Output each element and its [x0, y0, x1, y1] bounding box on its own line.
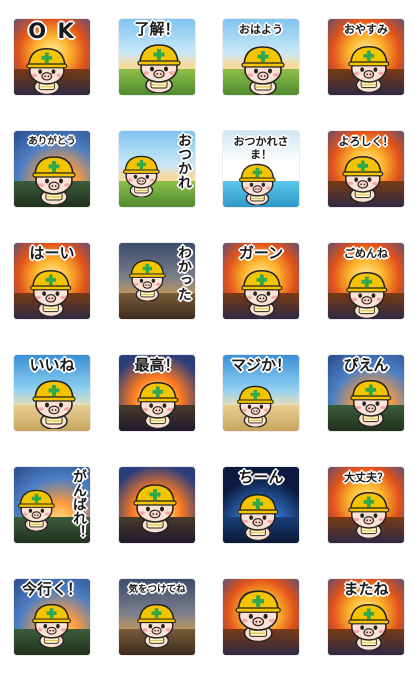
helmet-character-icon — [241, 270, 283, 318]
helmet-character-icon — [137, 382, 179, 430]
helmet-character — [344, 269, 390, 319]
helmet-character — [239, 267, 285, 319]
helmet-character — [346, 601, 392, 654]
sticker-tile[interactable]: 今行く！ — [14, 579, 90, 655]
helmet-character-icon — [350, 380, 392, 428]
sticker-caption: またね — [343, 580, 389, 598]
sticker-caption: はーい — [29, 244, 75, 262]
helmet-character-icon — [133, 484, 177, 534]
sticker-caption: マジか！ — [230, 356, 291, 374]
sticker-tile[interactable]: 大丈夫？ — [328, 467, 404, 543]
helmet-character — [340, 153, 386, 206]
sticker-caption: ぴえん — [343, 356, 389, 374]
helmet-character — [235, 383, 276, 431]
helmet-character-icon — [342, 156, 384, 204]
sticker-tile[interactable]: おやすみ — [328, 19, 404, 95]
helmet-character-icon — [32, 603, 72, 649]
helmet-character-icon — [235, 590, 281, 643]
sticker-tile[interactable]: よろしく！ — [328, 131, 404, 207]
sticker-caption: いいね — [29, 356, 75, 374]
helmet-character — [135, 41, 183, 95]
sticker-tile[interactable]: ちーん — [223, 467, 299, 543]
helmet-character — [348, 377, 394, 430]
helmet-character-icon — [348, 46, 390, 94]
helmet-character — [135, 379, 181, 431]
sticker-caption: O K — [28, 19, 76, 43]
sticker-caption: 最高！ — [134, 356, 180, 374]
sticker-tile[interactable] — [223, 579, 299, 655]
sticker-tile[interactable]: おはよう — [223, 19, 299, 95]
helmet-character — [135, 601, 178, 651]
helmet-character-icon — [237, 385, 274, 428]
helmet-character — [28, 267, 74, 319]
helmet-character — [24, 45, 70, 95]
helmet-character-icon — [26, 48, 68, 95]
helmet-character — [16, 487, 57, 535]
sticker-tile[interactable]: ごめんね — [328, 243, 404, 319]
helmet-character — [30, 377, 78, 431]
helmet-character — [131, 481, 179, 537]
helmet-character — [239, 43, 287, 95]
helmet-character — [237, 161, 278, 207]
helmet-character-icon — [239, 163, 276, 206]
helmet-character-icon — [30, 270, 72, 318]
helmet-character — [346, 43, 392, 95]
sticker-caption: おはよう — [239, 23, 283, 36]
helmet-character-icon — [237, 494, 279, 542]
sticker-caption: ごめんね — [344, 247, 388, 260]
helmet-character — [346, 489, 392, 542]
sticker-tile[interactable]: 気をつけてね — [119, 579, 195, 655]
helmet-character — [233, 587, 283, 646]
helmet-character — [30, 153, 78, 207]
sticker-caption: ちーん — [238, 468, 284, 486]
sticker-caption: 気をつけてね — [128, 584, 186, 595]
sticker-caption: ガーン — [238, 244, 284, 262]
helmet-character-icon — [18, 489, 55, 532]
sticker-tile[interactable]: 最高！ — [119, 355, 195, 431]
helmet-character-icon — [32, 156, 76, 206]
sticker-grid: O K 了解！ おはよう おやすみありがとう おつかれ おつかれさま！ よろしく！ はーい わか… — [0, 0, 420, 673]
helmet-character — [127, 257, 168, 305]
sticker-caption: おやすみ — [344, 23, 388, 36]
sticker-caption: わかった — [176, 245, 192, 301]
sticker-caption: おつかれ — [176, 133, 192, 189]
sticker-caption: 了解！ — [134, 20, 180, 38]
sticker-caption: おつかれさま！ — [233, 135, 289, 161]
sticker-tile[interactable]: がんばれ！ — [14, 467, 90, 543]
sticker-tile[interactable]: ぴえん — [328, 355, 404, 431]
helmet-character-icon — [123, 155, 160, 198]
sticker-tile[interactable]: ガーン — [223, 243, 299, 319]
helmet-character-icon — [346, 272, 388, 319]
helmet-character-icon — [137, 603, 177, 649]
helmet-character-icon — [137, 44, 181, 94]
helmet-character-icon — [241, 46, 285, 95]
helmet-character-icon — [32, 380, 76, 430]
sticker-tile[interactable]: マジか！ — [223, 355, 299, 431]
helmet-character — [235, 491, 281, 543]
sticker-tile[interactable] — [119, 467, 195, 543]
sticker-caption: 大丈夫？ — [344, 471, 388, 484]
helmet-character — [121, 153, 162, 201]
helmet-character-icon — [348, 604, 390, 652]
sticker-tile[interactable]: O K — [14, 19, 90, 95]
helmet-character-icon — [129, 259, 166, 302]
sticker-caption: ありがとう — [28, 136, 76, 147]
helmet-character — [30, 601, 73, 651]
sticker-caption: がんばれ！ — [71, 469, 87, 539]
sticker-tile[interactable]: いいね — [14, 355, 90, 431]
sticker-tile[interactable]: ありがとう — [14, 131, 90, 207]
sticker-tile[interactable]: 了解！ — [119, 19, 195, 95]
sticker-tile[interactable]: おつかれさま！ — [223, 131, 299, 207]
sticker-tile[interactable]: わかった — [119, 243, 195, 319]
sticker-tile[interactable]: はーい — [14, 243, 90, 319]
sticker-caption: よろしく！ — [338, 135, 394, 148]
sticker-caption: 今行く！ — [21, 580, 82, 598]
sticker-tile[interactable]: おつかれ — [119, 131, 195, 207]
sticker-tile[interactable]: またね — [328, 579, 404, 655]
helmet-character-icon — [348, 492, 390, 540]
